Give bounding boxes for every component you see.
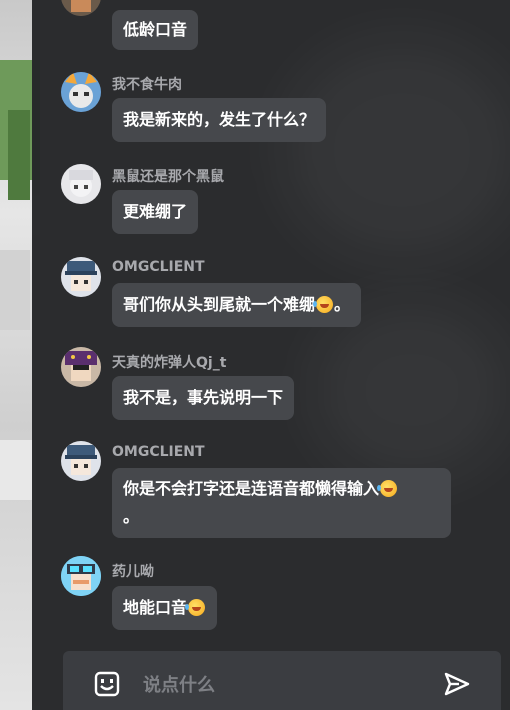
message-text: 你是不会打字还是连语音都懒得输入 bbox=[123, 479, 380, 498]
message-bubble[interactable]: 哥们你从头到尾就一个难绷。 bbox=[112, 283, 362, 327]
message-text: 哥们你从头到尾就一个难绷 bbox=[123, 295, 316, 314]
chat-panel: 低龄口音 我不食牛肉 我是新来的，发生了什么？ 黑鼠还是那个黑鼠 更难绷了 OM… bbox=[32, 0, 510, 710]
message-text-line2: 。 bbox=[123, 507, 140, 526]
white-hair-avatar-icon[interactable] bbox=[61, 164, 101, 204]
chat-message-input[interactable] bbox=[141, 669, 435, 701]
sender-name: 我不食牛肉 bbox=[112, 77, 182, 93]
cat-ear-avatar-icon[interactable] bbox=[61, 72, 101, 112]
sender-name: 药儿呦 bbox=[112, 564, 154, 580]
purple-hat-avatar-icon[interactable] bbox=[61, 347, 101, 387]
sender-name: 黑鼠还是那个黑鼠 bbox=[112, 169, 224, 185]
message-bubble[interactable]: 低龄口音 bbox=[112, 10, 199, 50]
message-text-suffix: 。 bbox=[334, 295, 351, 314]
cap-avatar-icon[interactable] bbox=[61, 257, 101, 297]
message-text: 我是新来的，发生了什么？ bbox=[123, 110, 316, 129]
message-bubble[interactable]: 你是不会打字还是连语音都懒得输入 。 bbox=[112, 468, 451, 538]
goggles-avatar-icon[interactable] bbox=[61, 556, 101, 596]
message-bubble[interactable]: 更难绷了 bbox=[112, 190, 199, 234]
message-text: 我不是，事先说明一下 bbox=[123, 388, 284, 407]
rolling-laughing-emoji bbox=[313, 296, 334, 313]
grass-block bbox=[8, 110, 30, 200]
sender-name: OMGCLIENT bbox=[112, 259, 205, 275]
sender-name: OMGCLIENT bbox=[112, 444, 205, 460]
message-bubble[interactable]: 地能口音 bbox=[112, 586, 218, 630]
stone-block bbox=[0, 440, 36, 500]
rolling-laughing-emoji bbox=[185, 599, 206, 616]
send-icon[interactable] bbox=[443, 670, 471, 698]
message-text: 低龄口音 bbox=[123, 20, 188, 39]
stone-block bbox=[0, 250, 30, 330]
sender-name: 天真的炸弹人Qj_t bbox=[112, 355, 227, 371]
message-bubble[interactable]: 我是新来的，发生了什么？ bbox=[112, 98, 327, 142]
player-avatar-icon[interactable] bbox=[61, 0, 101, 16]
rolling-laughing-emoji bbox=[377, 480, 398, 497]
emoji-face-icon[interactable] bbox=[94, 671, 120, 697]
cap-avatar-icon[interactable] bbox=[61, 441, 101, 481]
message-text: 更难绷了 bbox=[123, 202, 188, 221]
message-bubble[interactable]: 我不是，事先说明一下 bbox=[112, 376, 295, 420]
message-text: 地能口音 bbox=[123, 598, 188, 617]
chat-input-bar bbox=[63, 651, 501, 710]
